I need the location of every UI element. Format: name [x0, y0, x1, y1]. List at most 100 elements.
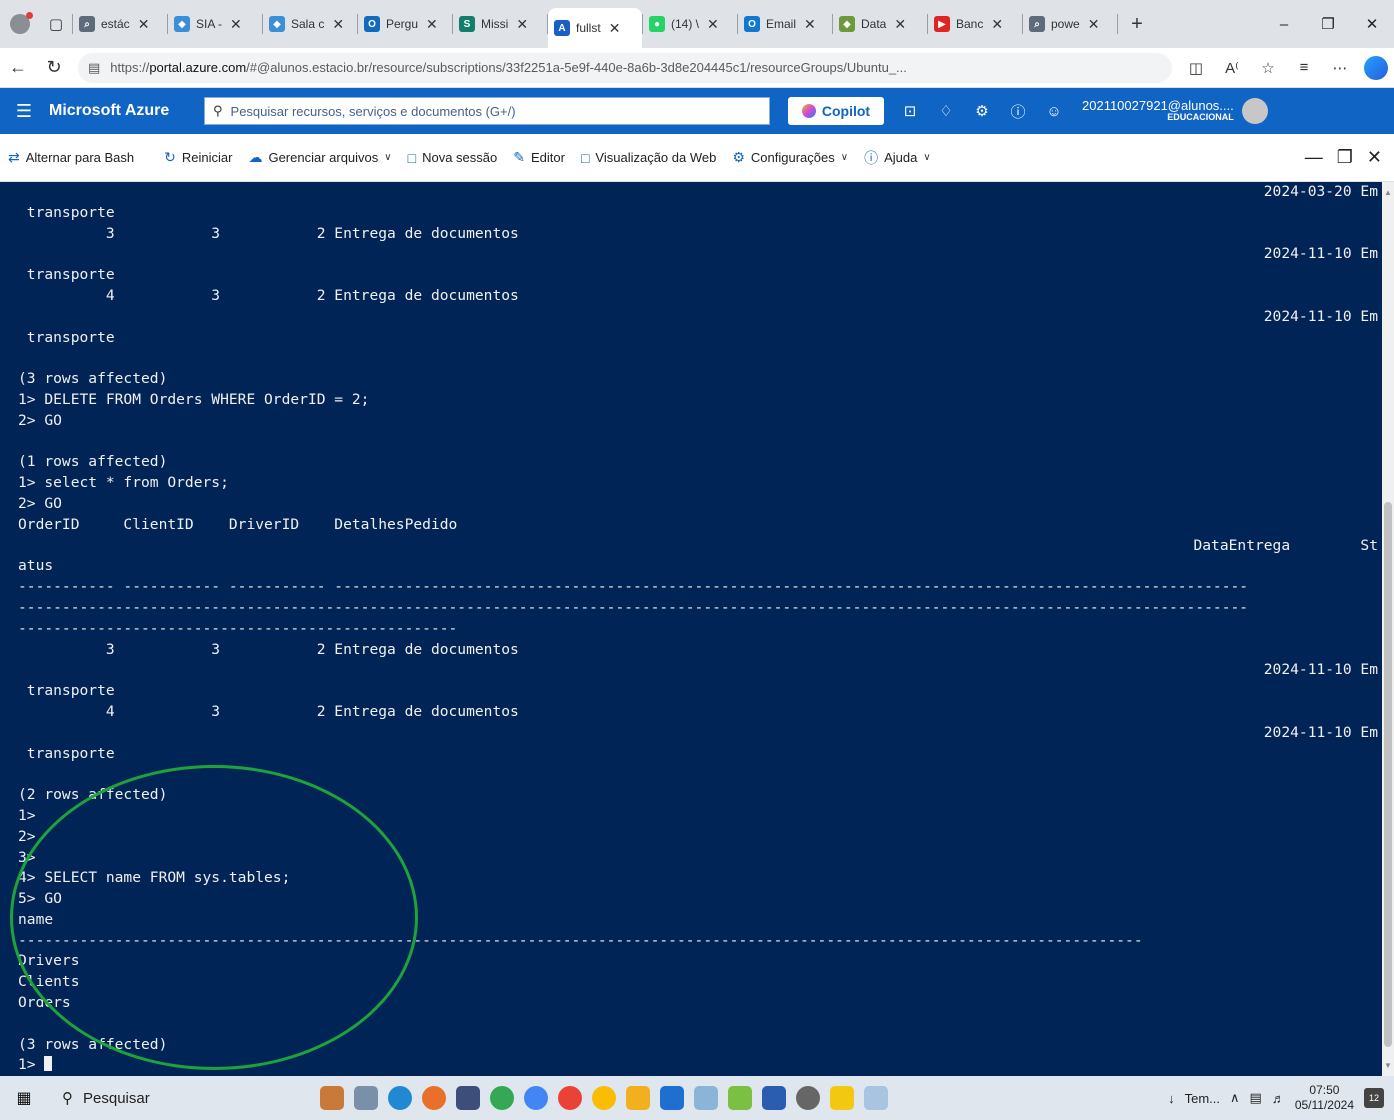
- favorites-list-icon[interactable]: ≡: [1286, 59, 1322, 76]
- refresh-button[interactable]: ↻: [36, 57, 72, 78]
- more-menu-icon[interactable]: ⋯: [1322, 59, 1358, 77]
- azure-brand[interactable]: Microsoft Azure: [8, 102, 204, 120]
- feedback-icon[interactable]: ☺: [1036, 103, 1072, 120]
- copilot-sidebar-icon[interactable]: [1364, 55, 1388, 80]
- tab-close-icon[interactable]: ✕: [1088, 16, 1100, 33]
- settings-app-icon[interactable]: [796, 1086, 820, 1110]
- tray-chevron-icon[interactable]: ∧: [1230, 1090, 1240, 1106]
- terminal-line-text: DataEntrega St: [1193, 536, 1378, 554]
- network-icon[interactable]: ▤: [1250, 1090, 1262, 1106]
- favorite-star-icon[interactable]: ☆: [1250, 59, 1286, 77]
- editor-button[interactable]: ✎ Editor: [505, 149, 573, 166]
- terminal-line: (1 rows affected): [18, 452, 1378, 473]
- settings-button[interactable]: ⚙ Configurações ∨: [724, 149, 856, 166]
- file-explorer-icon[interactable]: [626, 1086, 650, 1110]
- edge-app-icon[interactable]: [388, 1086, 412, 1110]
- browser-tab[interactable]: ◆ SIA - ✕: [168, 0, 262, 48]
- cloud-shell-icon[interactable]: ⊡: [892, 102, 928, 120]
- read-aloud-icon[interactable]: A⁽: [1214, 59, 1250, 77]
- firefox-app-icon[interactable]: [422, 1086, 446, 1110]
- app-icon[interactable]: [694, 1086, 718, 1110]
- terminal-line: 4 3 2 Entrega de documentos: [18, 702, 1378, 723]
- browser-tab[interactable]: O Email ✕: [738, 0, 832, 48]
- tab-close-icon[interactable]: ✕: [230, 16, 242, 33]
- tab-label: Email: [766, 17, 797, 31]
- terminal-line: OrderID ClientID DriverID DetalhesPedido: [18, 515, 1378, 536]
- app-icon[interactable]: [320, 1086, 344, 1110]
- browser-tab[interactable]: O Pergu ✕: [358, 0, 452, 48]
- tab-close-icon[interactable]: ✕: [804, 16, 816, 33]
- close-shell-icon[interactable]: ✕: [1367, 147, 1382, 168]
- back-button[interactable]: ←: [0, 57, 36, 78]
- settings-gear-icon[interactable]: ⚙: [964, 102, 1000, 120]
- powerbi-app-icon[interactable]: [830, 1086, 854, 1110]
- tab-actions-icon[interactable]: ▢: [40, 0, 72, 48]
- volume-icon[interactable]: ♬: [1272, 1091, 1285, 1106]
- new-session-icon: □: [407, 149, 417, 166]
- tab-close-icon[interactable]: ✕: [332, 16, 344, 33]
- web-preview-button[interactable]: □ Visualização da Web: [573, 150, 724, 166]
- terminal-line: Orders: [18, 993, 1378, 1014]
- tab-close-icon[interactable]: ✕: [707, 16, 719, 33]
- azure-search-input[interactable]: ⚲ Pesquisar recursos, serviços e documen…: [204, 97, 770, 125]
- notifications-icon[interactable]: ♢: [928, 102, 964, 120]
- close-window-button[interactable]: ✕: [1350, 15, 1394, 33]
- browser-tab[interactable]: ● (14) \ ✕: [643, 0, 737, 48]
- tab-label: Pergu: [386, 17, 419, 31]
- app-icon[interactable]: [456, 1086, 480, 1110]
- tab-close-icon[interactable]: ✕: [894, 16, 906, 33]
- scroll-down-icon[interactable]: ▼: [1384, 1061, 1392, 1070]
- app-icon[interactable]: [354, 1086, 378, 1110]
- help-button[interactable]: ⓘ Ajuda ∨: [856, 148, 939, 168]
- tab-close-icon[interactable]: ✕: [516, 16, 528, 33]
- url-field[interactable]: ▤ https://portal.azure.com/#@alunos.esta…: [78, 52, 1172, 83]
- start-button[interactable]: ▦: [0, 1088, 48, 1108]
- minimize-button[interactable]: –: [1262, 16, 1306, 33]
- switch-to-bash-button[interactable]: ⇄ Alternar para Bash: [0, 149, 142, 166]
- chrome-app-icon[interactable]: [558, 1086, 582, 1110]
- profile-button[interactable]: [0, 0, 40, 48]
- app-icon[interactable]: [728, 1086, 752, 1110]
- store-app-icon[interactable]: [762, 1086, 786, 1110]
- maximize-shell-icon[interactable]: ❐: [1337, 147, 1353, 168]
- terminal-line: DataEntrega St: [18, 536, 1378, 557]
- terminal-scrollbar[interactable]: ▲ ▼: [1382, 182, 1394, 1076]
- tab-close-icon[interactable]: ✕: [138, 16, 150, 33]
- chrome-app-icon[interactable]: [524, 1086, 548, 1110]
- switch-bash-label: Alternar para Bash: [25, 150, 135, 165]
- copilot-button[interactable]: Copilot: [788, 97, 884, 125]
- browser-tab[interactable]: ▶ Banc ✕: [928, 0, 1022, 48]
- tab-close-icon[interactable]: ✕: [991, 16, 1003, 33]
- tab-close-icon[interactable]: ✕: [609, 20, 621, 37]
- browser-tab[interactable]: ◆ Sala c ✕: [263, 0, 357, 48]
- weather-label[interactable]: Tem...: [1185, 1091, 1220, 1106]
- weather-icon[interactable]: ↓: [1168, 1091, 1175, 1106]
- clock[interactable]: 07:50 05/11/2024: [1295, 1083, 1354, 1113]
- browser-tab[interactable]: S Missi ✕: [453, 0, 547, 48]
- browser-tab[interactable]: ◆ Data ✕: [833, 0, 927, 48]
- chrome-app-icon[interactable]: [490, 1086, 514, 1110]
- restore-button[interactable]: ❐: [1306, 15, 1350, 33]
- terminal-output[interactable]: 2024-03-20 Em transporte 3 3 2 Entrega d…: [0, 182, 1382, 1076]
- new-tab-button[interactable]: +: [1118, 13, 1156, 36]
- tab-close-icon[interactable]: ✕: [426, 16, 438, 33]
- app-icon[interactable]: [864, 1086, 888, 1110]
- gear-icon: ⚙: [732, 149, 745, 165]
- notification-center-icon[interactable]: 12: [1364, 1088, 1384, 1108]
- account-menu[interactable]: 202110027921@alunos.... EDUCACIONAL: [1082, 98, 1234, 123]
- browser-tab[interactable]: ⌕ estác ✕: [73, 0, 167, 48]
- browser-tab[interactable]: ⌕ powe ✕: [1023, 0, 1117, 48]
- new-session-button[interactable]: □ Nova sessão: [400, 150, 506, 166]
- manage-files-button[interactable]: ☁ Gerenciar arquivos ∨: [240, 149, 399, 166]
- scrollbar-thumb[interactable]: [1384, 502, 1392, 1047]
- account-avatar[interactable]: [1241, 98, 1268, 124]
- minimize-shell-icon[interactable]: —: [1305, 147, 1323, 168]
- restart-button[interactable]: ↻ Reiniciar: [156, 149, 240, 166]
- chrome-app-icon[interactable]: [592, 1086, 616, 1110]
- taskbar-search[interactable]: ⚲ Pesquisar: [48, 1080, 268, 1116]
- split-screen-icon[interactable]: ◫: [1178, 59, 1214, 77]
- browser-tab[interactable]: Afullst ✕: [548, 8, 642, 48]
- help-icon[interactable]: ⓘ: [1000, 101, 1036, 122]
- scroll-up-icon[interactable]: ▲: [1384, 188, 1392, 197]
- vscode-app-icon[interactable]: [660, 1086, 684, 1110]
